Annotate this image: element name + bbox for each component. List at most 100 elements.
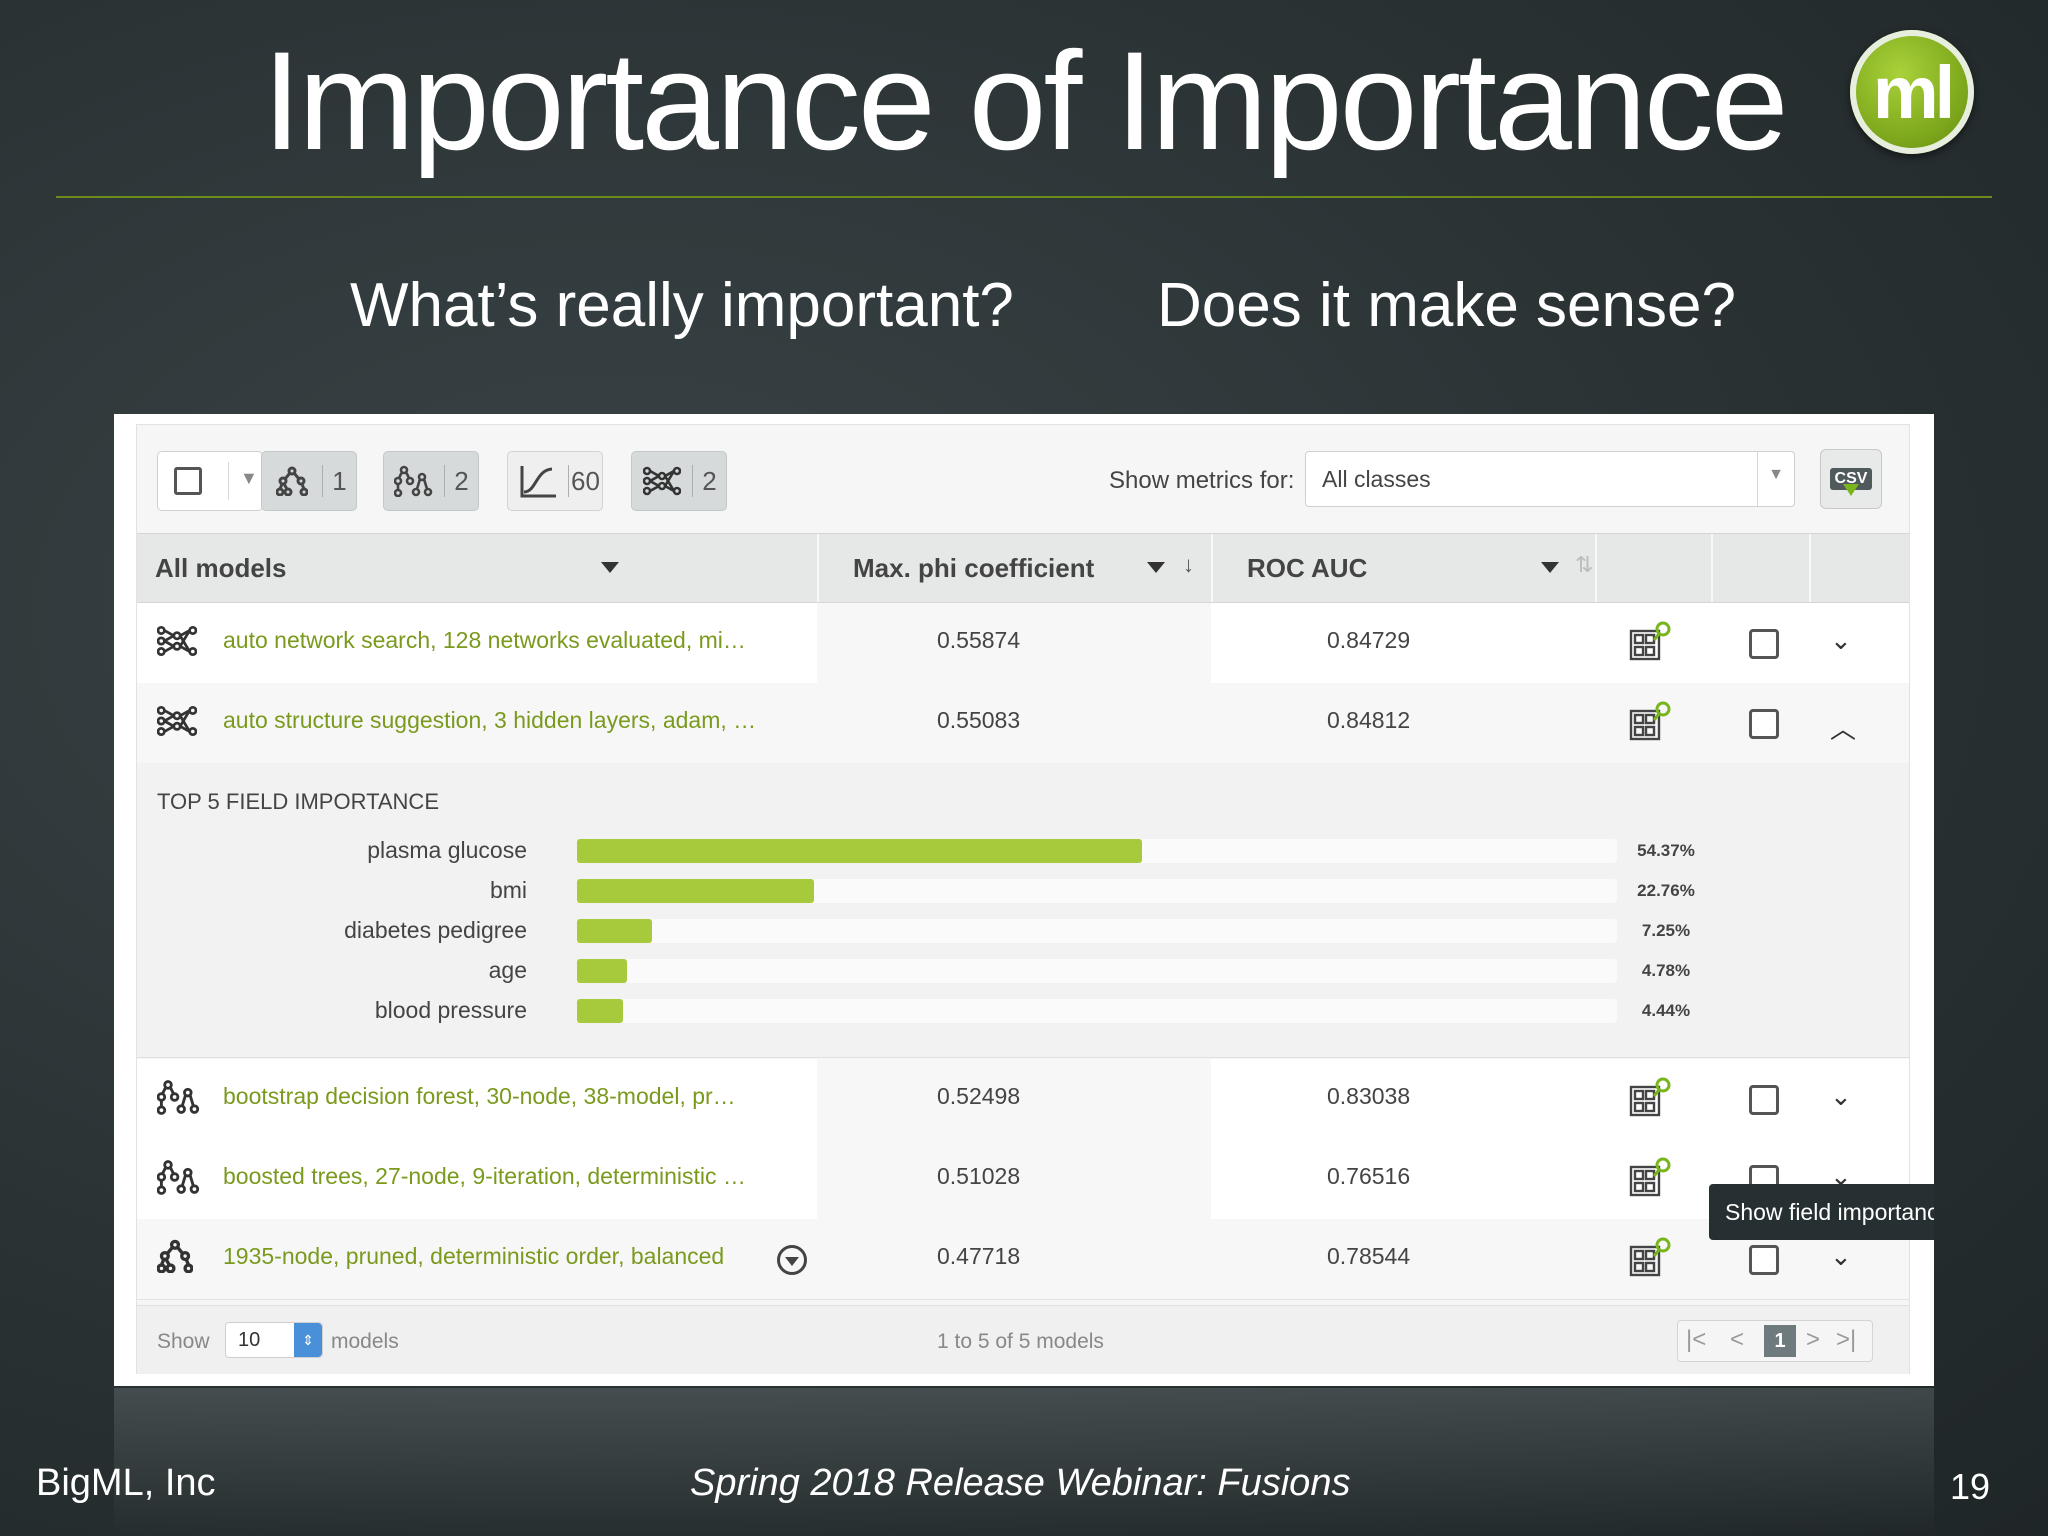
header-all-models[interactable]: All models	[155, 534, 286, 602]
models-count: 1	[332, 465, 347, 496]
phi-value: 0.47718	[937, 1243, 1021, 1269]
model-name-link[interactable]: 1935-node, pruned, deterministic order, …	[223, 1243, 724, 1270]
header-divider	[1595, 534, 1597, 602]
importance-field-label: blood pressure	[374, 997, 527, 1023]
table-row[interactable]: bootstrap decision forest, 30-node, 38-m…	[137, 1059, 1909, 1140]
importance-row: age 4.78%	[137, 951, 1909, 991]
deepnet-icon	[156, 703, 198, 743]
row-checkbox[interactable]	[1749, 1085, 1779, 1115]
header-divider	[817, 534, 819, 602]
last-page-icon[interactable]: >|	[1836, 1326, 1856, 1354]
field-importance-icon[interactable]	[1629, 1157, 1673, 1199]
bigml-logo: ml	[1850, 30, 1974, 154]
tree-model-icon	[156, 1239, 197, 1279]
importance-track	[577, 959, 1617, 983]
metrics-class-value: All classes	[1322, 466, 1431, 492]
chevron-down-icon[interactable]: ⌄	[1830, 1241, 1852, 1272]
phi-value: 0.55874	[937, 627, 1021, 653]
filter-logistic-button[interactable]: 60	[507, 451, 603, 511]
show-label: Show	[157, 1330, 210, 1353]
page-size-select[interactable]: 10 ⇕	[225, 1322, 323, 1358]
question-right: Does it make sense?	[1157, 271, 1736, 340]
phi-value: 0.51028	[937, 1163, 1021, 1189]
chevron-down-icon[interactable]: ⌄	[1830, 1081, 1852, 1112]
sort-icon[interactable]: ↓	[1183, 552, 1194, 578]
importance-track	[577, 879, 1617, 903]
prev-page-icon[interactable]: <	[1730, 1326, 1744, 1354]
caret-down-icon[interactable]	[601, 562, 619, 573]
table-row[interactable]: 1935-node, pruned, deterministic order, …	[137, 1219, 1909, 1300]
ensembles-count: 2	[454, 465, 469, 496]
footer-company: BigML, Inc	[36, 1462, 216, 1504]
importance-bar	[577, 839, 1143, 863]
first-page-icon[interactable]: |<	[1686, 1326, 1706, 1354]
header-roc[interactable]: ROC AUC	[1247, 534, 1367, 602]
filter-models-button[interactable]: 1	[261, 451, 357, 511]
field-importance-icon[interactable]	[1629, 1077, 1673, 1119]
cell-bg	[1211, 1059, 1909, 1139]
importance-field-label: diabetes pedigree	[344, 917, 527, 943]
row-checkbox[interactable]	[1749, 629, 1779, 659]
field-importance-icon[interactable]	[1629, 701, 1673, 743]
importance-field-label: plasma glucose	[367, 837, 527, 863]
field-importance-tooltip: Show field importance	[1709, 1184, 1934, 1240]
model-name-link[interactable]: auto structure suggestion, 3 hidden laye…	[223, 707, 756, 734]
importance-percent: 22.76%	[1637, 881, 1695, 900]
table-row[interactable]: auto structure suggestion, 3 hidden laye…	[137, 683, 1909, 763]
importance-bar	[577, 999, 624, 1023]
importance-track	[577, 999, 1617, 1023]
field-importance-icon[interactable]	[1629, 621, 1673, 663]
spinner-icon[interactable]: ⇕	[294, 1323, 322, 1357]
filter-deepnets-button[interactable]: 2	[631, 451, 727, 511]
header-divider	[1809, 534, 1811, 602]
importance-track	[577, 839, 1617, 863]
importance-bar	[577, 919, 653, 943]
footer-webinar: Spring 2018 Release Webinar: Fusions	[690, 1462, 1351, 1504]
next-page-icon[interactable]: >	[1806, 1326, 1820, 1354]
caret-down-icon[interactable]	[1147, 562, 1165, 573]
header-divider	[1711, 534, 1713, 602]
select-all-dropdown[interactable]: ▼	[157, 451, 263, 511]
importance-row: bmi 22.76%	[137, 871, 1909, 911]
metrics-class-select[interactable]: All classes ▼	[1305, 451, 1795, 507]
row-checkbox[interactable]	[1749, 1245, 1779, 1275]
model-name-link[interactable]: auto network search, 128 networks evalua…	[223, 627, 746, 654]
phi-value: 0.55083	[937, 707, 1021, 733]
circle-chevron-down-icon[interactable]	[777, 1245, 807, 1275]
dropdown-divider	[228, 462, 229, 500]
chevron-down-icon[interactable]: ▼	[1768, 466, 1784, 484]
model-name-link[interactable]: bootstrap decision forest, 30-node, 38-m…	[223, 1083, 736, 1110]
ensemble-icon	[156, 1159, 200, 1199]
page-number: 19	[1950, 1466, 1991, 1507]
header-phi[interactable]: Max. phi coefficient	[853, 534, 1094, 602]
chevron-down-icon[interactable]: ⌄	[1830, 625, 1852, 656]
importance-row: plasma glucose 54.37%	[137, 831, 1909, 871]
pagination-bar: Show 10 ⇕ models 1 to 5 of 5 models |< <…	[137, 1305, 1909, 1374]
deepnets-count: 2	[702, 465, 717, 496]
importance-row: blood pressure 4.44%	[137, 991, 1909, 1031]
table-row[interactable]: boosted trees, 27-node, 9-iteration, det…	[137, 1139, 1909, 1220]
pager: |< < 1 > >|	[1677, 1320, 1873, 1362]
deepnet-icon	[632, 465, 692, 497]
logistic-regression-icon	[508, 464, 568, 498]
ensemble-icon	[156, 1079, 200, 1119]
chevron-down-icon[interactable]: ▼	[240, 468, 258, 489]
caret-down-icon[interactable]	[1541, 562, 1559, 573]
field-importance-panel: TOP 5 FIELD IMPORTANCE plasma glucose 54.…	[137, 763, 1909, 1058]
table-row[interactable]: auto network search, 128 networks evalua…	[137, 603, 1909, 684]
field-importance-icon[interactable]	[1629, 1237, 1673, 1279]
row-checkbox[interactable]	[1749, 709, 1779, 739]
sort-icon[interactable]: ⇅	[1575, 552, 1593, 578]
filter-ensembles-button[interactable]: 2	[383, 451, 479, 511]
chevron-up-icon[interactable]: ︿	[1830, 709, 1856, 746]
importance-field-label: age	[488, 957, 527, 983]
select-all-checkbox[interactable]	[174, 467, 202, 495]
model-name-link[interactable]: boosted trees, 27-node, 9-iteration, det…	[223, 1163, 746, 1190]
current-page-button[interactable]: 1	[1764, 1325, 1796, 1357]
importance-percent: 7.25%	[1641, 921, 1691, 940]
csv-export-button[interactable]: CSV	[1820, 449, 1882, 509]
table-header: All models Max. phi coefficient ↓ ROC AU…	[137, 533, 1909, 603]
roc-value: 0.78544	[1327, 1243, 1411, 1269]
models-list-view: ▼ 1 2 60 2 Show metrics for: All classes…	[136, 424, 1910, 1374]
metrics-label: Show metrics for:	[1109, 467, 1295, 494]
